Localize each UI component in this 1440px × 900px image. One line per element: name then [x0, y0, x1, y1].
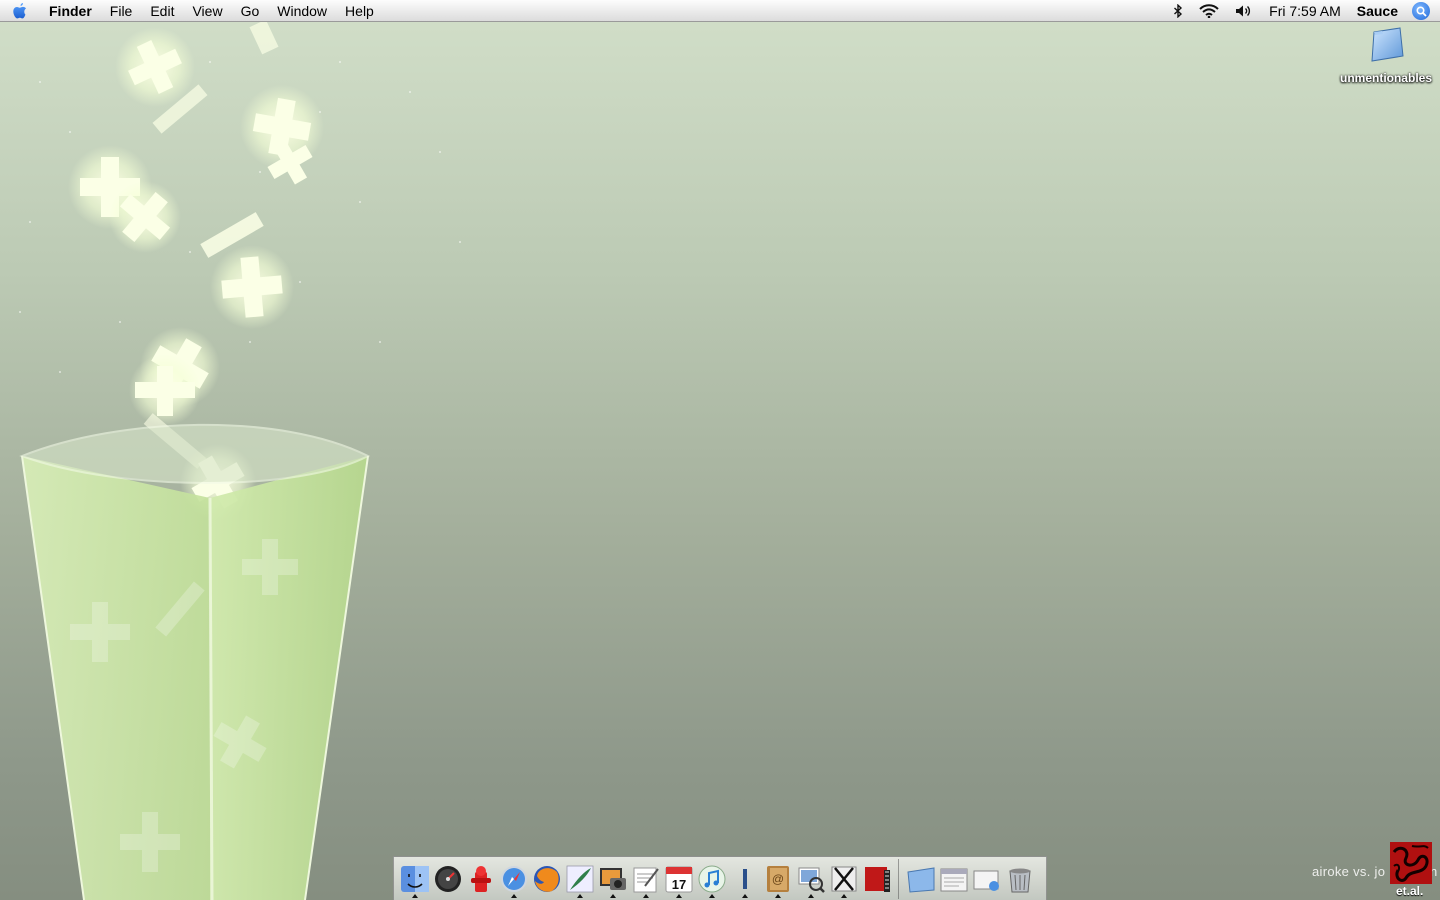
etal-badge-label: et.al. [1396, 884, 1424, 898]
menu-bar: Finder File Edit View Go Window Help Fri… [0, 0, 1440, 22]
firefox-icon [533, 865, 560, 892]
iphoto-icon [599, 867, 626, 890]
fire-hydrant-icon [470, 865, 491, 892]
dock-stack-folder[interactable] [904, 859, 937, 899]
menu-go[interactable]: Go [232, 0, 269, 22]
quill-icon [566, 865, 593, 892]
bluetooth-icon[interactable] [1165, 4, 1191, 18]
running-indicator [708, 893, 715, 898]
wifi-icon[interactable] [1191, 4, 1227, 18]
menu-user[interactable]: Sauce [1349, 0, 1406, 22]
running-indicator [840, 893, 847, 898]
wallpaper-credit: airoke vs. jo [1312, 864, 1385, 879]
running-indicator [774, 893, 781, 898]
dock-textedit[interactable] [629, 859, 662, 899]
folder-icon [906, 866, 934, 893]
red-app-icon [864, 866, 890, 892]
dock-bar-app[interactable] [728, 859, 761, 899]
address-book-icon: @ [766, 865, 789, 892]
running-indicator [741, 893, 748, 898]
menu-help[interactable]: Help [336, 0, 383, 22]
dock-address-book[interactable]: @ [761, 859, 794, 899]
dock-separator [898, 858, 899, 899]
running-indicator [642, 893, 649, 898]
desktop-folder-label: unmentionables [1339, 71, 1432, 85]
dock-quill[interactable] [563, 859, 596, 899]
dock-dashboard[interactable] [431, 859, 464, 899]
calendar-icon: 17 [665, 866, 692, 892]
dock-firefox[interactable] [530, 859, 563, 899]
running-indicator [510, 893, 517, 898]
menu-edit[interactable]: Edit [141, 0, 183, 22]
desktop-folder[interactable]: unmentionables [1336, 26, 1436, 85]
wallpaper-art [19, 22, 461, 900]
volume-icon[interactable] [1227, 4, 1261, 18]
dock-ical[interactable]: 17 [662, 859, 695, 899]
safari-icon [500, 865, 527, 892]
dock-finder[interactable] [398, 859, 431, 899]
apple-icon[interactable] [0, 2, 40, 20]
running-indicator [675, 893, 682, 898]
finder-icon [400, 865, 429, 892]
dock-red-app[interactable] [860, 859, 893, 899]
trash-icon [1008, 868, 1031, 892]
spotlight-icon[interactable] [1412, 2, 1430, 20]
dashboard-icon [434, 865, 461, 892]
x11-icon [831, 866, 856, 891]
svg-text:17: 17 [671, 877, 685, 892]
textedit-icon [633, 867, 659, 892]
dock-preview[interactable] [794, 859, 827, 899]
itunes-icon [698, 865, 725, 892]
menu-clock[interactable]: Fri 7:59 AM [1261, 0, 1349, 22]
folder-icon [1371, 27, 1404, 62]
network-icon [973, 870, 999, 891]
dock-safari[interactable] [497, 859, 530, 899]
preview-icon [798, 867, 825, 893]
running-indicator [807, 893, 814, 898]
menu-file[interactable]: File [101, 0, 142, 22]
dock-hydrant[interactable] [464, 859, 497, 899]
etal-badge-image [1390, 842, 1432, 884]
wallpaper-credit-text: airoke vs. jo [1312, 864, 1386, 879]
documents-icon [940, 868, 967, 891]
dock-itunes[interactable] [695, 859, 728, 899]
menu-app-name[interactable]: Finder [40, 0, 101, 22]
running-indicator [411, 893, 418, 898]
bar-icon [742, 868, 747, 889]
svg-text:@: @ [771, 872, 783, 886]
dock-iphoto[interactable] [596, 859, 629, 899]
dock-stack-network[interactable] [970, 859, 1003, 899]
dock-x11[interactable] [827, 859, 860, 899]
running-indicator [576, 893, 583, 898]
dock: 17 @ [393, 856, 1047, 900]
menu-window[interactable]: Window [268, 0, 336, 22]
running-indicator [609, 893, 616, 898]
dock-stack-documents[interactable] [937, 859, 970, 899]
menu-view[interactable]: View [183, 0, 231, 22]
dock-trash[interactable] [1003, 859, 1036, 899]
